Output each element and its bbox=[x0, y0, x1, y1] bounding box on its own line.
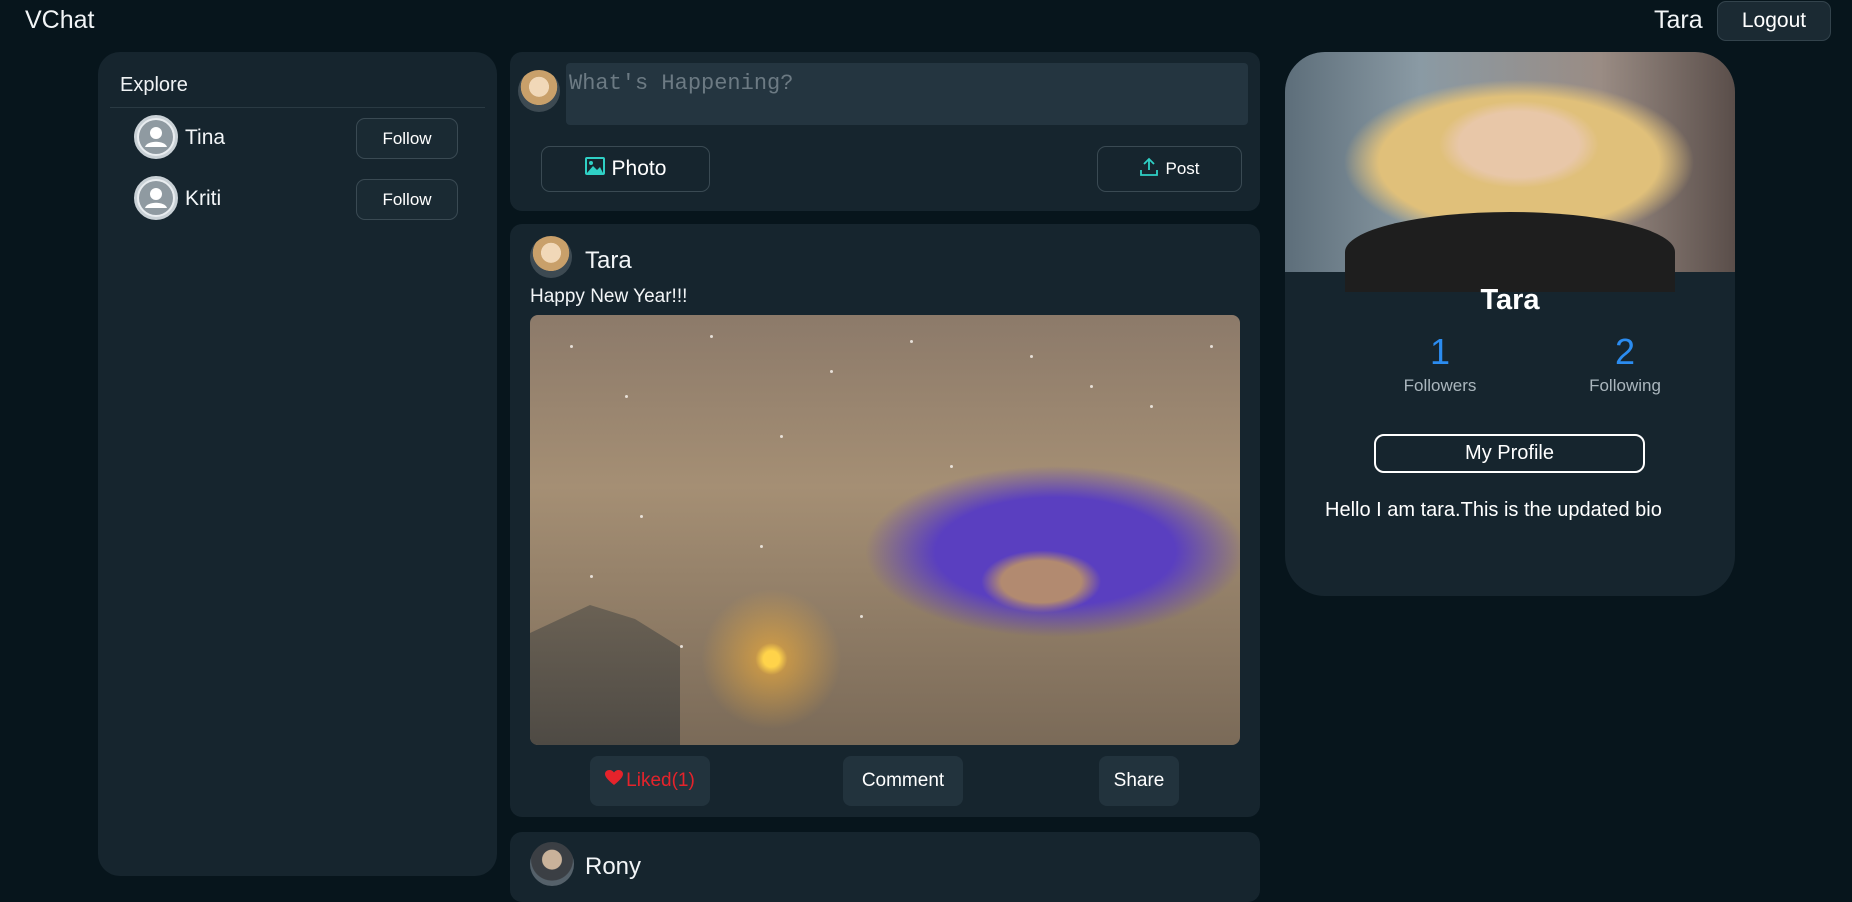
explore-user-name[interactable]: Kriti bbox=[185, 187, 221, 211]
cover-jacket bbox=[1345, 212, 1675, 292]
photo-label: Photo bbox=[611, 157, 667, 180]
profile-bio: Hello I am tara.This is the updated bio bbox=[1325, 499, 1662, 521]
default-avatar-icon[interactable] bbox=[134, 115, 178, 159]
follow-button[interactable]: Follow bbox=[356, 179, 458, 220]
comment-button[interactable]: Comment bbox=[843, 756, 963, 806]
explore-user-row: Tina Follow bbox=[134, 115, 464, 161]
post-image bbox=[530, 315, 1240, 745]
followers-count: 1 bbox=[1429, 331, 1451, 372]
share-button[interactable]: Share bbox=[1099, 756, 1179, 806]
upload-icon bbox=[1139, 157, 1159, 182]
photo-button[interactable]: Photo bbox=[541, 146, 710, 192]
explore-title: Explore bbox=[120, 74, 188, 96]
following-stat: 2 Following bbox=[1555, 332, 1695, 396]
image-building bbox=[530, 605, 680, 745]
followers-stat: 1 Followers bbox=[1370, 332, 1510, 396]
like-label: Liked(1) bbox=[626, 770, 695, 791]
followers-label: Followers bbox=[1403, 376, 1477, 395]
profile-card: Tara 1 Followers 2 Following My Profile … bbox=[1285, 52, 1735, 596]
app-brand[interactable]: VChat bbox=[25, 6, 94, 35]
following-label: Following bbox=[1589, 376, 1661, 395]
default-avatar-icon[interactable] bbox=[134, 176, 178, 220]
my-profile-button[interactable]: My Profile bbox=[1374, 434, 1645, 473]
whats-happening-input[interactable]: What's Happening? bbox=[566, 63, 1248, 125]
profile-name: Tara bbox=[1480, 284, 1540, 316]
follow-button[interactable]: Follow bbox=[356, 118, 458, 159]
post-label: Post bbox=[1165, 159, 1200, 178]
heart-icon bbox=[605, 770, 624, 792]
post-author-name[interactable]: Rony bbox=[585, 853, 641, 881]
post-author-name[interactable]: Tara bbox=[585, 247, 632, 275]
post-author-avatar[interactable] bbox=[530, 842, 574, 886]
post-composer: What's Happening? Photo Post bbox=[510, 52, 1260, 211]
following-count: 2 bbox=[1614, 331, 1636, 372]
post-text: Happy New Year!!! bbox=[530, 286, 688, 307]
explore-user-row: Kriti Follow bbox=[134, 176, 464, 222]
composer-avatar bbox=[518, 70, 560, 112]
post-button[interactable]: Post bbox=[1097, 146, 1242, 192]
post-author-avatar[interactable] bbox=[530, 236, 572, 278]
top-navbar: VChat Tara Logout bbox=[0, 0, 1852, 44]
logout-button[interactable]: Logout bbox=[1717, 1, 1831, 41]
profile-cover-image bbox=[1285, 52, 1735, 292]
explore-divider bbox=[110, 107, 485, 108]
like-button[interactable]: Liked(1) bbox=[590, 756, 710, 806]
explore-user-name[interactable]: Tina bbox=[185, 126, 225, 150]
image-icon bbox=[584, 157, 605, 181]
current-user-name: Tara bbox=[1654, 6, 1703, 34]
feed-post: Tara Happy New Year!!! Liked(1) Comment … bbox=[510, 224, 1260, 817]
feed-post: Rony bbox=[510, 832, 1260, 902]
explore-panel: Explore Tina Follow Kriti Follow bbox=[98, 52, 497, 876]
